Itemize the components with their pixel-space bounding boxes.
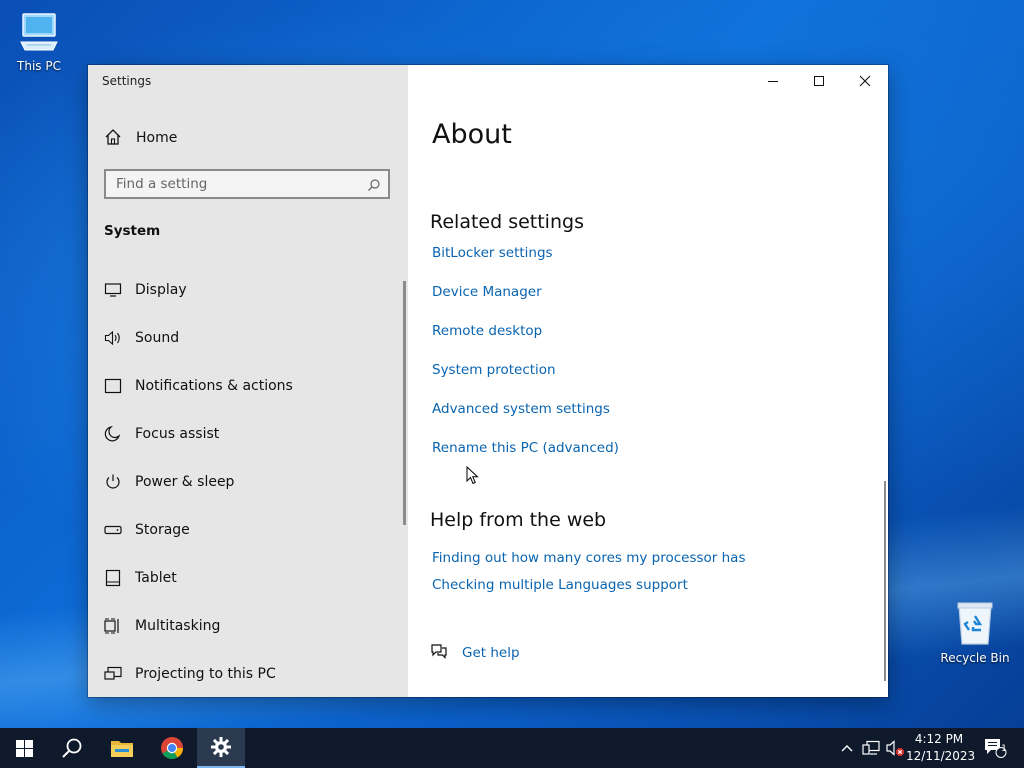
sidebar-item-focus-assist[interactable]: Focus assist (88, 414, 406, 454)
action-center-button[interactable]: 1 (978, 728, 1012, 768)
sidebar-item-label: Focus assist (135, 426, 220, 442)
get-help-icon (430, 643, 448, 663)
home-icon (104, 128, 126, 148)
get-help-label: Get help (462, 645, 520, 661)
clock-time: 4:12 PM (914, 732, 964, 746)
projecting-icon (104, 665, 122, 683)
close-button[interactable] (842, 65, 888, 97)
tray-network[interactable] (860, 728, 882, 768)
maximize-icon (814, 76, 824, 86)
sidebar-item-multitasking[interactable]: Multitasking (88, 606, 406, 646)
home-link[interactable]: Home (104, 127, 177, 149)
link-device-manager[interactable]: Device Manager (432, 284, 542, 300)
sidebar-item-display[interactable]: Display (88, 270, 406, 310)
taskbar-search-button[interactable] (48, 728, 96, 768)
sidebar-item-storage[interactable]: Storage (88, 510, 406, 550)
close-icon (859, 75, 871, 87)
multitasking-icon (104, 617, 122, 635)
minimize-button[interactable] (750, 65, 796, 97)
volume-muted-icon (886, 740, 904, 756)
desktop-icon-this-pc[interactable]: This PC (12, 10, 66, 73)
minimize-icon (768, 81, 778, 82)
sidebar-item-power-sleep[interactable]: Power & sleep (88, 462, 406, 502)
link-rename-this-pc[interactable]: Rename this PC (advanced) (432, 440, 619, 456)
desktop-icon-label: Recycle Bin (940, 651, 1010, 665)
link-processor-cores[interactable]: Finding out how many cores my processor … (432, 550, 745, 566)
window-title: Settings (102, 74, 152, 88)
link-multiple-languages[interactable]: Checking multiple Languages support (432, 577, 688, 593)
start-icon (15, 739, 33, 757)
tablet-icon (104, 569, 122, 587)
clock-date: 12/11/2023 (906, 749, 976, 763)
content-pane: About Related settings BitLocker setting… (408, 65, 888, 697)
display-icon (104, 281, 122, 299)
sidebar-item-label: Sound (135, 330, 180, 346)
link-bitlocker-settings[interactable]: BitLocker settings (432, 245, 553, 261)
search-input[interactable] (106, 171, 356, 197)
sidebar-scrollbar[interactable] (403, 281, 406, 525)
link-system-protection[interactable]: System protection (432, 362, 556, 378)
taskbar: 4:12 PM 12/11/2023 1 (0, 728, 1024, 768)
sidebar-item-label: Multitasking (135, 618, 221, 634)
taskbar-chrome[interactable] (148, 728, 196, 768)
sidebar-item-sound[interactable]: Sound (88, 318, 406, 358)
sidebar-item-label: Display (135, 282, 187, 298)
desktop-icon-recycle-bin[interactable]: Recycle Bin (940, 600, 1010, 665)
sidebar: Settings Home System (88, 65, 408, 697)
maximize-button[interactable] (796, 65, 842, 97)
mouse-cursor-icon (466, 466, 479, 485)
page-title: About (432, 119, 512, 150)
sidebar-item-label: Notifications & actions (135, 378, 293, 394)
home-label: Home (136, 130, 178, 146)
content-scrollbar[interactable] (884, 481, 886, 681)
chevron-up-icon (841, 745, 853, 752)
caption-buttons (750, 65, 888, 97)
help-from-web-heading: Help from the web (430, 509, 607, 531)
sound-icon (104, 329, 122, 347)
link-advanced-system-settings[interactable]: Advanced system settings (432, 401, 610, 417)
taskbar-settings[interactable] (197, 728, 245, 768)
recycle-bin-icon (957, 602, 993, 645)
search-icon (62, 738, 82, 758)
network-icon (862, 740, 880, 755)
sidebar-item-label: Power & sleep (135, 474, 235, 490)
power-icon (104, 473, 122, 491)
sidebar-item-projecting[interactable]: Projecting to this PC (88, 654, 406, 694)
start-button[interactable] (0, 728, 48, 768)
link-remote-desktop[interactable]: Remote desktop (432, 323, 542, 339)
notification-count-badge: 1 (1001, 744, 1007, 754)
taskbar-clock[interactable]: 4:12 PM 12/11/2023 (906, 731, 976, 765)
focus-assist-icon (104, 425, 122, 443)
search-icon (367, 177, 381, 191)
sidebar-item-label: Storage (135, 522, 190, 538)
chrome-icon (161, 737, 183, 759)
related-settings-heading: Related settings (430, 211, 584, 233)
desktop-icon-label: This PC (17, 59, 61, 73)
notifications-icon (104, 377, 122, 395)
tray-volume[interactable] (884, 728, 906, 768)
get-help-link[interactable]: Get help (430, 643, 520, 663)
section-title: System (104, 223, 161, 239)
taskbar-file-explorer[interactable] (98, 728, 146, 768)
sidebar-item-tablet[interactable]: Tablet (88, 558, 406, 598)
tray-chevron[interactable] (836, 728, 858, 768)
file-explorer-icon (111, 741, 133, 757)
search-box[interactable] (104, 169, 390, 199)
settings-icon (211, 737, 231, 757)
storage-icon (104, 521, 122, 539)
this-pc-icon (20, 13, 58, 51)
settings-window: Settings Home System (88, 65, 888, 697)
sidebar-item-notifications[interactable]: Notifications & actions (88, 366, 406, 406)
sidebar-item-label: Tablet (135, 570, 177, 586)
sidebar-item-label: Projecting to this PC (135, 666, 276, 682)
